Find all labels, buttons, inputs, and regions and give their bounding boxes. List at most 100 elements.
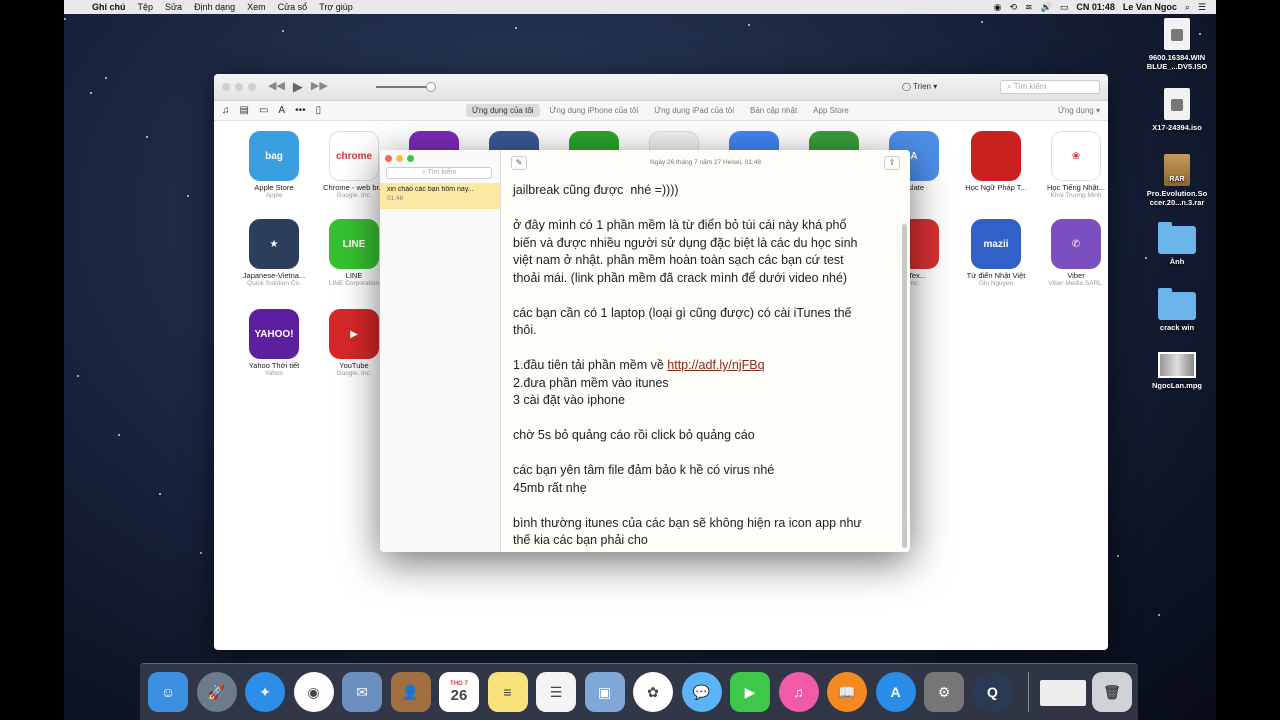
messages-icon[interactable]: 💬: [681, 672, 722, 712]
note-line: các bạn yên tâm file đảm bảo k hề có vir…: [513, 463, 775, 477]
reminders-icon[interactable]: ☰: [536, 672, 576, 712]
account-menu[interactable]: ◯ Trien ▾: [902, 82, 937, 91]
tab-updates[interactable]: Bản cập nhật: [744, 104, 803, 117]
spotlight-icon[interactable]: ⌕: [1181, 2, 1194, 13]
tab-iphone-apps[interactable]: Ứng dụng iPhone của tôi: [544, 104, 645, 117]
app-tile[interactable]: YAHOO! Yahoo Thời tiết Yahoo: [236, 309, 312, 377]
note-link[interactable]: http://adf.ly/njFBq: [667, 358, 764, 372]
photos-icon[interactable]: ✿: [633, 672, 673, 712]
forward-icon[interactable]: ▶▶: [311, 79, 328, 95]
itunes-search-input[interactable]: ⌕ Tìm kiếm: [1000, 80, 1100, 94]
menu-file[interactable]: Tệp: [132, 2, 160, 12]
rewind-icon[interactable]: ◀◀: [268, 79, 285, 95]
zoom-button[interactable]: [407, 155, 414, 162]
system-preferences-icon[interactable]: ⚙: [924, 672, 964, 712]
note-line: thoải mái. (link phần mềm đã crack mình …: [513, 270, 848, 285]
apps-dropdown[interactable]: Ứng dụng ▾: [1058, 106, 1100, 115]
desktop-item-label: NgocLan.mpg: [1152, 381, 1202, 390]
ibooks-icon[interactable]: 📖: [827, 672, 867, 712]
itunes-icon[interactable]: ♫: [778, 672, 819, 712]
quicktime-icon[interactable]: Q: [972, 672, 1013, 712]
tab-ipad-apps[interactable]: Ứng dụng iPad của tôi: [648, 104, 740, 117]
app-icon: bag: [249, 131, 299, 181]
app-tile[interactable]: bag Apple Store Apple: [236, 131, 312, 199]
star: [282, 30, 284, 32]
desktop-item[interactable]: X17-24394.iso: [1136, 88, 1216, 132]
user-name[interactable]: Le Van Ngoc: [1119, 2, 1181, 12]
scrollbar[interactable]: [902, 224, 907, 548]
facetime-icon[interactable]: ▶: [730, 672, 770, 712]
app-tile[interactable]: ❀ Học Tiếng Nhật... Khoi Truong Minh: [1038, 131, 1108, 199]
notification-center-icon[interactable]: ☰: [1194, 2, 1210, 13]
app-developer: Yahoo: [264, 370, 284, 377]
desktop-item[interactable]: 9600.16384.WIN BLUE_...DV5.ISO: [1136, 18, 1216, 71]
music-icon[interactable]: ♫: [222, 105, 230, 116]
note-time: 01:48: [387, 195, 404, 202]
tab-my-apps[interactable]: Ứng dụng của tôi: [466, 104, 540, 117]
trash-icon[interactable]: 🗑: [1092, 672, 1132, 712]
desktop-item-label: 9600.16384.WIN BLUE_...DV5.ISO: [1146, 53, 1208, 71]
menu-edit[interactable]: Sửa: [159, 2, 188, 12]
desktop-item-label: X17-24394.iso: [1152, 123, 1202, 132]
wifi-icon[interactable]: ≋: [1021, 2, 1037, 13]
mail-icon[interactable]: ✉: [342, 672, 382, 712]
notes-icon[interactable]: ≡: [487, 672, 528, 712]
record-icon[interactable]: ◉: [990, 2, 1006, 13]
sync-icon[interactable]: ⟲: [1006, 2, 1022, 13]
minimized-window-icon[interactable]: [1040, 680, 1086, 706]
note-text[interactable]: jailbreak cũng được nhé =)))) ở đây mình …: [513, 182, 893, 550]
menu-window[interactable]: Cửa sổ: [272, 2, 314, 12]
tv-icon[interactable]: ▭: [259, 105, 268, 116]
menu-app-name[interactable]: Ghi chú: [86, 2, 132, 12]
share-button[interactable]: ⇪: [884, 156, 900, 170]
note-line: việt nam ở nhật. phần mềm hoàn toàn sạch…: [513, 253, 844, 267]
desktop-item[interactable]: Ảnh: [1136, 222, 1216, 266]
preview-icon[interactable]: ▣: [584, 672, 625, 712]
play-icon[interactable]: ▶: [293, 79, 303, 95]
app-tile[interactable]: mazii Từ điển Nhật Việt Ghi Nguyen: [958, 219, 1034, 287]
menu-view[interactable]: Xem: [241, 2, 272, 12]
menu-bar: Ghi chú Tệp Sửa Định dạng Xem Cửa sổ Trợ…: [64, 0, 1216, 14]
clock[interactable]: CN 01:48: [1072, 2, 1119, 12]
tab-app-store[interactable]: App Store: [807, 104, 855, 117]
menu-help[interactable]: Trợ giúp: [313, 2, 359, 12]
finder-icon[interactable]: ☺: [148, 672, 188, 712]
desktop-item[interactable]: crack win: [1136, 288, 1216, 332]
app-tile[interactable]: ✆ Viber Viber Media SARL.: [1038, 219, 1108, 287]
app-developer: Ghi Nguyen: [978, 280, 1014, 287]
zoom-button[interactable]: [248, 83, 256, 91]
menu-format[interactable]: Định dạng: [188, 2, 241, 12]
app-icon: LINE: [329, 219, 379, 269]
app-tile[interactable]: ★ Japanese-Vietna... Quick Solution Co.: [236, 219, 312, 287]
minimize-button[interactable]: [396, 155, 403, 162]
apps-icon[interactable]: A: [278, 105, 285, 116]
launchpad-icon[interactable]: 🚀: [196, 672, 237, 712]
app-name: Từ điển Nhật Việt: [966, 271, 1026, 280]
notes-search-input[interactable]: ⌕ Tìm kiếm: [386, 167, 492, 179]
volume-icon[interactable]: 🔊: [1037, 2, 1056, 13]
close-button[interactable]: [385, 155, 392, 162]
note-line: 2.đưa phần mềm vào itunes: [513, 375, 669, 390]
battery-icon[interactable]: ▭: [1056, 2, 1073, 13]
contacts-icon[interactable]: 👤: [390, 672, 431, 712]
app-tile[interactable]: Học Ngữ Pháp T...: [958, 131, 1034, 192]
note-line: 45mb rất nhẹ: [513, 480, 587, 495]
note-line: thôi.: [513, 323, 537, 337]
minimize-button[interactable]: [235, 83, 243, 91]
iphone-icon[interactable]: ▯: [316, 105, 322, 116]
calendar-icon[interactable]: THG 7 26: [439, 672, 479, 712]
chrome-icon[interactable]: ◉: [293, 672, 334, 712]
movies-icon[interactable]: ▤: [240, 105, 249, 116]
folder-icon: [1158, 288, 1196, 320]
more-icon[interactable]: •••: [295, 105, 306, 116]
star: [981, 21, 983, 23]
close-button[interactable]: [222, 83, 230, 91]
app-store-icon[interactable]: A: [875, 672, 916, 712]
safari-icon[interactable]: ✦: [245, 672, 285, 712]
volume-slider[interactable]: [376, 82, 436, 92]
desktop-item[interactable]: NgocLan.mpg: [1136, 352, 1216, 390]
itunes-nav: ♫ ▤ ▭ A ••• ▯ Ứng dụng của tôi Ứng dụng …: [214, 101, 1108, 121]
note-list-item[interactable]: xin chào các bạn hôm nay... 01:48: [380, 183, 500, 209]
note-line: biến và được nhiều người sử dụng đặc biệ…: [513, 235, 858, 250]
desktop-item[interactable]: RAR Pro.Evolution.So ccer.20...n.3.rar: [1136, 154, 1216, 207]
